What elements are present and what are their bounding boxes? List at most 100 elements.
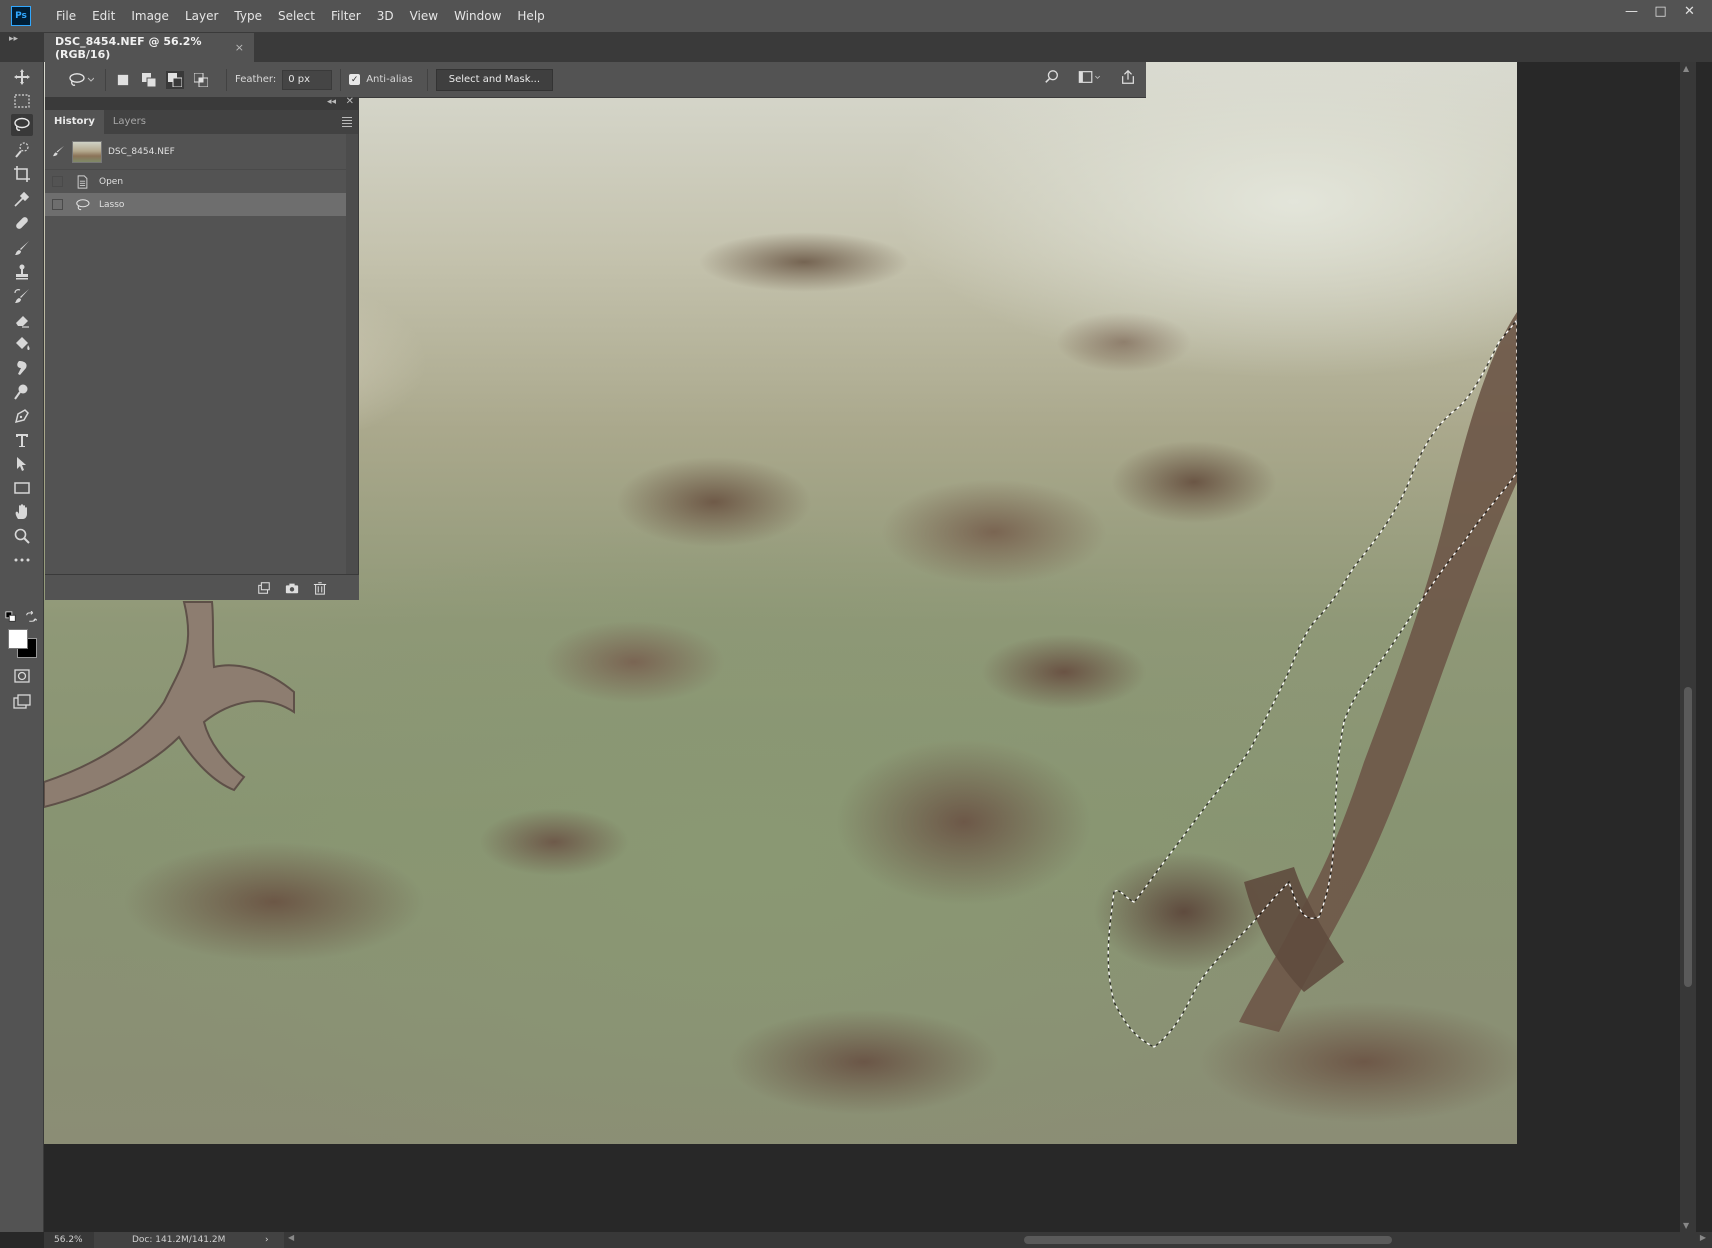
history-panel: ◂◂ ✕ History Layers DSC_8454.NEF Open La… <box>45 96 359 600</box>
tab-history[interactable]: History <box>45 110 104 134</box>
twig-shape <box>1239 312 1517 1032</box>
eyedropper-tool-icon[interactable] <box>11 188 33 210</box>
hand-tool-icon[interactable] <box>11 501 33 523</box>
eraser-tool-icon[interactable] <box>11 309 33 331</box>
healing-brush-tool-icon[interactable] <box>11 212 33 234</box>
brush-tool-icon[interactable] <box>11 237 33 259</box>
trash-icon[interactable] <box>312 580 328 596</box>
history-source-brush-icon[interactable] <box>51 145 65 158</box>
horizontal-scroll-thumb[interactable] <box>1024 1236 1392 1244</box>
clone-stamp-tool-icon[interactable] <box>11 261 33 283</box>
menu-edit[interactable]: Edit <box>84 0 123 32</box>
new-selection-icon[interactable] <box>114 71 132 89</box>
intersect-selection-icon[interactable] <box>192 71 210 89</box>
status-menu-arrow-icon[interactable]: › <box>265 1232 269 1248</box>
window-controls: — □ ✕ <box>1617 0 1704 22</box>
lasso-icon <box>73 198 91 212</box>
close-window-button[interactable]: ✕ <box>1675 0 1704 22</box>
quick-selection-tool-icon[interactable] <box>11 139 33 161</box>
tab-layers[interactable]: Layers <box>104 110 155 134</box>
marquee-tool-icon[interactable] <box>11 90 33 112</box>
feather-label: Feather: <box>235 74 277 85</box>
history-state-lasso[interactable]: Lasso <box>45 193 358 216</box>
move-tool-icon[interactable] <box>11 66 33 88</box>
menu-file[interactable]: File <box>48 0 84 32</box>
paint-bucket-tool-icon[interactable] <box>11 333 33 355</box>
restore-button[interactable]: □ <box>1646 0 1675 22</box>
history-brush-tool-icon[interactable] <box>11 285 33 307</box>
history-snapshot[interactable]: DSC_8454.NEF <box>45 134 358 170</box>
scroll-right-icon[interactable]: ▶ <box>1700 1233 1706 1242</box>
scroll-down-icon[interactable]: ▼ <box>1683 1221 1689 1230</box>
add-to-selection-icon[interactable] <box>140 71 158 89</box>
menu-filter[interactable]: Filter <box>323 0 369 32</box>
foreground-color-swatch[interactable] <box>8 629 28 649</box>
type-tool-icon[interactable] <box>11 429 33 451</box>
rectangle-tool-icon[interactable] <box>11 477 33 499</box>
options-separator <box>426 68 428 91</box>
smudge-tool-icon[interactable] <box>11 357 33 379</box>
horizontal-scrollbar[interactable]: ◀ ▶ <box>284 1232 1712 1248</box>
vertical-scrollbar[interactable]: ▲ ▼ <box>1680 62 1696 1232</box>
scroll-left-icon[interactable]: ◀ <box>288 1233 294 1242</box>
document-size-info[interactable]: Doc: 141.2M/141.2M <box>132 1232 225 1248</box>
zoom-tool-icon[interactable] <box>11 525 33 547</box>
history-source-checkbox[interactable] <box>52 199 63 210</box>
more-tools-icon[interactable] <box>11 549 33 571</box>
menu-help[interactable]: Help <box>509 0 552 32</box>
minimize-button[interactable]: — <box>1617 0 1646 22</box>
menu-type[interactable]: Type <box>226 0 270 32</box>
history-panel-footer <box>45 574 359 600</box>
new-document-from-state-icon[interactable] <box>256 580 272 596</box>
menu-select[interactable]: Select <box>270 0 323 32</box>
crop-tool-icon[interactable] <box>11 163 33 185</box>
snapshot-name: DSC_8454.NEF <box>108 146 175 157</box>
screen-mode-icon[interactable] <box>11 691 33 713</box>
collapse-panel-icon[interactable]: ◂◂ <box>327 97 336 107</box>
close-panel-icon[interactable]: ✕ <box>346 96 354 107</box>
menu-image[interactable]: Image <box>123 0 177 32</box>
tool-options-bar: Feather: ✓ Anti-alias Select and Mask... <box>45 62 1146 98</box>
panel-menu-icon[interactable] <box>342 117 352 129</box>
dodge-tool-icon[interactable] <box>11 381 33 403</box>
photoshop-window: Ps File Edit Image Layer Type Select Fil… <box>0 0 1712 1248</box>
menu-window[interactable]: Window <box>446 0 509 32</box>
vertical-scroll-thumb[interactable] <box>1684 687 1692 987</box>
panel-tabs: History Layers <box>45 110 358 134</box>
pen-tool-icon[interactable] <box>11 405 33 427</box>
default-colors-icon[interactable] <box>4 610 18 624</box>
select-and-mask-button[interactable]: Select and Mask... <box>435 68 554 91</box>
document-tab[interactable]: DSC_8454.NEF @ 56.2% (RGB/16) × <box>44 33 254 62</box>
swap-colors-icon[interactable] <box>24 610 38 624</box>
subtract-from-selection-icon[interactable] <box>166 70 184 89</box>
menu-layer[interactable]: Layer <box>177 0 226 32</box>
scroll-up-icon[interactable]: ▲ <box>1683 64 1689 73</box>
document-tab-title: DSC_8454.NEF @ 56.2% (RGB/16) <box>55 34 202 61</box>
history-scrollbar[interactable] <box>346 134 358 574</box>
options-right-icons <box>1044 69 1136 88</box>
lasso-preset-icon[interactable] <box>65 69 97 91</box>
quick-mask-icon[interactable] <box>11 665 33 687</box>
camera-icon[interactable] <box>284 580 300 596</box>
workspace-icon[interactable] <box>1078 69 1102 88</box>
share-icon[interactable] <box>1120 69 1136 88</box>
lasso-tool-icon[interactable] <box>11 114 33 136</box>
zoom-level-field[interactable]: 56.2% <box>44 1232 94 1248</box>
history-source-checkbox[interactable] <box>52 176 63 187</box>
close-tab-icon[interactable]: × <box>235 41 244 54</box>
menu-3d[interactable]: 3D <box>369 0 402 32</box>
bird-foot-shape <box>44 601 295 809</box>
menu-view[interactable]: View <box>402 0 446 32</box>
history-state-open[interactable]: Open <box>45 170 358 193</box>
path-selection-tool-icon[interactable] <box>11 453 33 475</box>
search-icon[interactable] <box>1044 69 1060 88</box>
menu-bar: Ps File Edit Image Layer Type Select Fil… <box>0 0 1712 32</box>
document-tab-strip: ▸▸ DSC_8454.NEF @ 56.2% (RGB/16) × <box>0 32 1712 62</box>
expand-panels-icon[interactable]: ▸▸ <box>9 34 18 44</box>
anti-alias-checkbox[interactable]: ✓ <box>349 74 361 85</box>
history-state-label: Open <box>99 176 124 187</box>
feather-input[interactable] <box>282 69 333 90</box>
tools-panel <box>0 62 44 1232</box>
document-icon <box>73 174 91 189</box>
options-separator <box>226 68 227 91</box>
